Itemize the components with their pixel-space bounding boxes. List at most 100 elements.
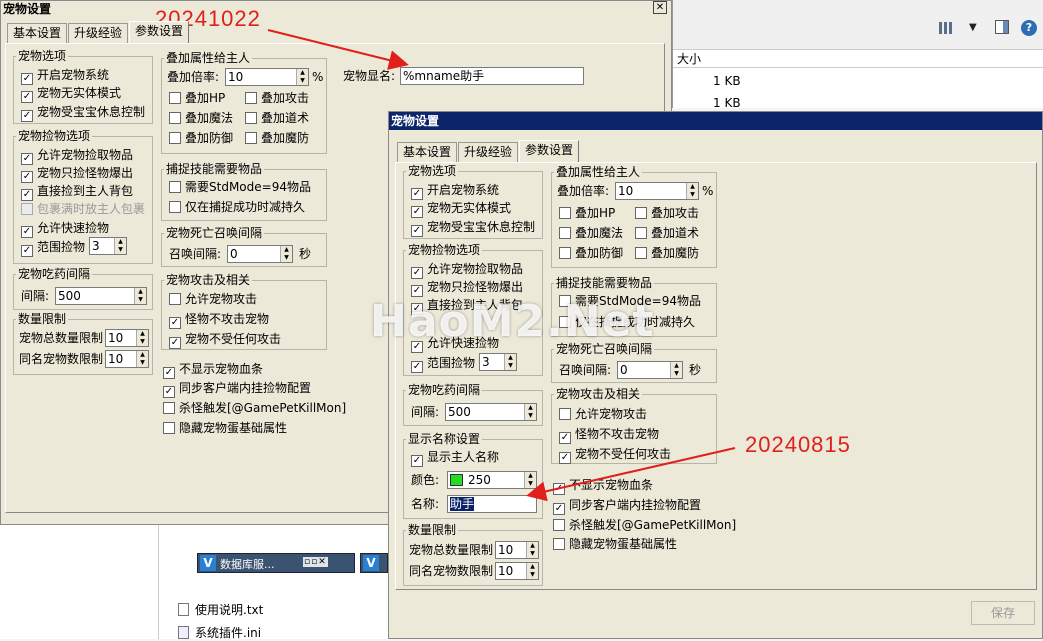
multiplier-stepper[interactable]: 10 ▲ ▼	[615, 182, 699, 200]
spin-arrows-icon[interactable]: ▲ ▼	[136, 351, 148, 367]
checkbox-icon	[169, 201, 181, 213]
checkbox-enable-pet[interactable]: ✓ 开启宠物系统	[411, 183, 499, 200]
file-item[interactable]: 系统插件.ini	[178, 624, 261, 641]
checkbox-allow-attack[interactable]: 允许宠物攻击	[559, 407, 647, 421]
checkbox-immune[interactable]: ✓ 宠物不受任何攻击	[559, 447, 671, 464]
checkbox-stdmode[interactable]: 需要StdMode=94物品	[169, 180, 311, 194]
spin-arrows-icon[interactable]: ▲ ▼	[524, 404, 536, 420]
spin-arrows-icon[interactable]: ▲ ▼	[296, 69, 308, 85]
checkbox-fast-pickup[interactable]: ✓ 允许快速捡物	[21, 221, 109, 238]
checkbox-allow-attack[interactable]: 允许宠物攻击	[169, 292, 257, 306]
interval-stepper[interactable]: 500 ▲ ▼	[445, 403, 537, 421]
checkbox-kill-trigger[interactable]: 杀怪触发[@GamePetKillMon]	[163, 401, 346, 415]
range-stepper[interactable]: 3 ▲ ▼	[479, 353, 517, 371]
display-name-input[interactable]: %mname助手	[400, 67, 584, 85]
spin-arrows-icon[interactable]: ▲ ▼	[504, 354, 516, 370]
total-limit-stepper[interactable]: 10 ▲ ▼	[495, 541, 539, 559]
spin-arrows-icon[interactable]: ▲ ▼	[114, 238, 126, 254]
spin-arrows-icon[interactable]: ▲ ▼	[670, 362, 682, 378]
checkbox-icon: ✓	[169, 317, 181, 329]
tab-upgrade-exp[interactable]: 升级经验	[68, 23, 129, 43]
checkbox-range-pickup[interactable]: ✓ 范围捡物	[411, 356, 475, 373]
spin-arrows-icon[interactable]: ▲ ▼	[526, 563, 538, 579]
checkbox-stack-attack[interactable]: 叠加攻击	[635, 206, 699, 220]
checkbox-stack-tao[interactable]: 叠加道术	[635, 226, 699, 240]
spin-arrows-icon[interactable]: ▲ ▼	[136, 330, 148, 346]
spin-arrows-icon[interactable]: ▲ ▼	[524, 472, 536, 488]
column-header-size[interactable]: 大小	[673, 50, 1043, 68]
checkbox-stack-magic[interactable]: 叠加魔法	[559, 226, 623, 240]
multiplier-stepper[interactable]: 10 ▲ ▼	[225, 68, 309, 86]
checkbox-sync-client[interactable]: ✓ 同步客户端内挂捡物配置	[163, 381, 311, 398]
checkbox-bag-full: 包裹满时放主人包裹	[21, 202, 145, 216]
checkbox-kill-trigger[interactable]: 杀怪触发[@GamePetKillMon]	[553, 518, 736, 532]
window-controls-icon[interactable]: ▫▫✕	[303, 557, 328, 567]
same-name-limit-stepper[interactable]: 10 ▲ ▼	[495, 562, 539, 580]
tab-parameter-settings[interactable]: 参数设置	[129, 21, 190, 43]
pet-name-input[interactable]: 助手	[447, 495, 537, 513]
checkbox-icon: ✓	[559, 452, 571, 464]
checkbox-to-owner-bag[interactable]: ✓ 直接捡到主人背包	[21, 184, 133, 201]
interval-label: 间隔:	[411, 405, 440, 419]
help-icon[interactable]: ?	[1021, 20, 1037, 36]
color-stepper[interactable]: 250 ▲ ▼	[447, 471, 537, 489]
spin-arrows-icon[interactable]: ▲ ▼	[526, 542, 538, 558]
taskbar-item[interactable]: V 数据库服... ▫▫✕	[197, 553, 355, 573]
checkbox-enable-pet[interactable]: ✓ 开启宠物系统	[21, 68, 109, 85]
checkbox-rest-control[interactable]: ✓ 宠物受宝宝休息控制	[21, 105, 145, 122]
taskbar-item-2[interactable]: V	[360, 553, 388, 573]
checkbox-monster-no-attack[interactable]: ✓ 怪物不攻击宠物	[169, 312, 269, 329]
tab-basic-settings[interactable]: 基本设置	[397, 142, 458, 162]
checkbox-range-pickup[interactable]: ✓ 范围捡物	[21, 240, 85, 257]
checkbox-stack-hp[interactable]: 叠加HP	[559, 206, 615, 220]
checkbox-stack-magic[interactable]: 叠加魔法	[169, 111, 233, 125]
checkbox-allow-pickup[interactable]: ✓ 允许宠物捡取物品	[411, 262, 523, 279]
checkbox-rest-control[interactable]: ✓ 宠物受宝宝休息控制	[411, 220, 535, 237]
list-item[interactable]: 1 KB	[713, 74, 741, 88]
checkbox-stack-tao[interactable]: 叠加道术	[245, 111, 309, 125]
same-name-limit-label: 同名宠物数限制	[409, 564, 494, 578]
checkbox-stack-mdefense[interactable]: 叠加魔防	[245, 131, 309, 145]
checkbox-hide-hp-bar[interactable]: ✓ 不显示宠物血条	[553, 478, 653, 495]
tab-basic-settings[interactable]: 基本设置	[7, 23, 68, 43]
range-stepper[interactable]: 3 ▲ ▼	[89, 237, 127, 255]
checkbox-show-owner-name[interactable]: ✓ 显示主人名称	[411, 450, 499, 467]
checkbox-hide-egg-attr[interactable]: 隐藏宠物蛋基础属性	[553, 537, 677, 551]
checkbox-monster-no-attack[interactable]: ✓ 怪物不攻击宠物	[559, 427, 659, 444]
list-item[interactable]: 1 KB	[713, 96, 741, 110]
checkbox-stack-hp[interactable]: 叠加HP	[169, 91, 225, 105]
interval-stepper[interactable]: 500 ▲ ▼	[55, 287, 147, 305]
same-name-limit-stepper[interactable]: 10 ▲ ▼	[105, 350, 149, 368]
checkbox-hide-egg-attr[interactable]: 隐藏宠物蛋基础属性	[163, 421, 287, 435]
seconds-unit: 秒	[689, 363, 702, 377]
pane-icon[interactable]	[995, 20, 1009, 34]
revive-interval-stepper[interactable]: 0 ▲ ▼	[617, 361, 683, 379]
save-button[interactable]: 保存	[971, 601, 1035, 625]
spin-arrows-icon[interactable]: ▲ ▼	[134, 288, 146, 304]
checkbox-monster-drop-only[interactable]: ✓ 宠物只捡怪物爆出	[411, 280, 523, 297]
spin-arrows-icon[interactable]: ▲ ▼	[686, 183, 698, 199]
checkbox-hide-hp-bar[interactable]: ✓ 不显示宠物血条	[163, 362, 263, 379]
checkbox-icon	[169, 293, 181, 305]
checkbox-stack-attack[interactable]: 叠加攻击	[245, 91, 309, 105]
checkbox-stack-defense[interactable]: 叠加防御	[559, 246, 623, 260]
file-item[interactable]: 使用说明.txt	[178, 601, 263, 618]
group-title: 数量限制	[406, 522, 459, 538]
checkbox-stack-defense[interactable]: 叠加防御	[169, 131, 233, 145]
checkbox-durability[interactable]: 仅在捕捉成功时减持久	[169, 200, 305, 214]
grid-view-icon[interactable]	[939, 22, 953, 34]
spin-arrows-icon[interactable]: ▲ ▼	[280, 246, 292, 262]
checkbox-stack-mdefense[interactable]: 叠加魔防	[635, 246, 699, 260]
checkbox-no-entity[interactable]: ✓ 宠物无实体模式	[411, 201, 511, 218]
checkbox-no-entity[interactable]: ✓ 宠物无实体模式	[21, 86, 121, 103]
checkbox-immune[interactable]: ✓ 宠物不受任何攻击	[169, 332, 281, 349]
revive-interval-stepper[interactable]: 0 ▲ ▼	[227, 245, 293, 263]
checkbox-allow-pickup[interactable]: ✓ 允许宠物捡取物品	[21, 148, 133, 165]
tab-upgrade-exp[interactable]: 升级经验	[458, 142, 519, 162]
tab-parameter-settings[interactable]: 参数设置	[519, 140, 580, 162]
dropdown-arrow-icon[interactable]: ▼	[969, 22, 977, 33]
close-button[interactable]: ✕	[653, 1, 667, 14]
checkbox-monster-drop-only[interactable]: ✓ 宠物只捡怪物爆出	[21, 166, 133, 183]
checkbox-sync-client[interactable]: ✓ 同步客户端内挂捡物配置	[553, 498, 701, 515]
total-limit-stepper[interactable]: 10 ▲ ▼	[105, 329, 149, 347]
